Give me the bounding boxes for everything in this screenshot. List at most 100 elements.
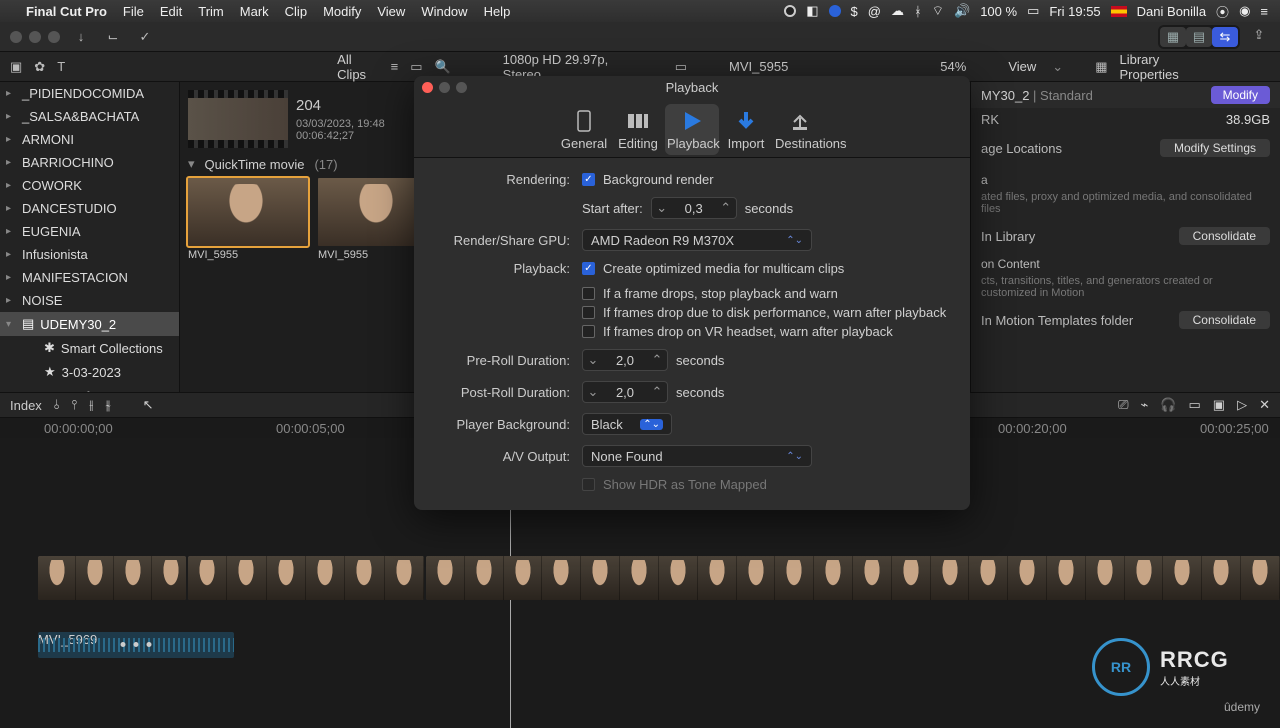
tl-append-icon[interactable]: ⫲ <box>89 397 93 413</box>
tab-general[interactable]: General <box>557 104 611 155</box>
sidebar-item[interactable]: ▸EUGENIA <box>0 220 179 243</box>
tab-destinations[interactable]: Destinations <box>773 104 827 155</box>
grid-icon[interactable]: ▦ <box>1095 59 1107 75</box>
sidebar-item[interactable]: ▸Infusionista <box>0 243 179 266</box>
menu-mark[interactable]: Mark <box>240 4 269 19</box>
prefs-titlebar[interactable]: Playback <box>414 76 970 98</box>
bg-render-checkbox[interactable] <box>582 173 595 186</box>
window-controls[interactable] <box>10 31 60 43</box>
status-battery-icon[interactable]: ▭ <box>1027 3 1039 19</box>
status-at-icon[interactable]: @ <box>868 4 881 19</box>
tl-insert-icon[interactable]: ⫯ <box>71 397 77 413</box>
min-icon[interactable] <box>439 82 450 93</box>
status-user[interactable]: Dani Bonilla <box>1137 4 1206 19</box>
seg-inspector-icon[interactable]: ⇆ <box>1212 27 1238 47</box>
status-record-icon[interactable] <box>784 5 796 17</box>
pb3-checkbox[interactable] <box>582 306 595 319</box>
consolidate-button-2[interactable]: Consolidate <box>1179 311 1270 329</box>
clip-appearance-icon[interactable]: ▭ <box>410 59 422 75</box>
sidebar-item[interactable]: ▸ARMONI <box>0 128 179 151</box>
status-menu-icon[interactable]: ≡ <box>1260 4 1268 19</box>
photos-icon[interactable]: ✿ <box>34 59 45 75</box>
tl-overwrite-icon[interactable]: ⫳ <box>105 397 110 413</box>
tl-audio-icon[interactable]: ⎚ <box>1118 397 1128 413</box>
sidebar-item-active[interactable]: ▾▤ UDEMY30_2 <box>0 312 179 336</box>
tl-arrow-tool-icon[interactable]: ↖ <box>143 397 154 413</box>
status-icon[interactable]: ◧ <box>806 3 818 19</box>
tab-import[interactable]: Import <box>719 104 773 155</box>
check-icon[interactable]: ✓ <box>134 27 156 47</box>
sidebar-item[interactable]: ▸_PIDIENDOCOMIDA <box>0 82 179 105</box>
tab-editing[interactable]: Editing <box>611 104 665 155</box>
status-bt-icon[interactable]: ᚼ <box>914 4 922 19</box>
seg-list-icon[interactable]: ▤ <box>1186 27 1212 47</box>
tl-connect-icon[interactable]: ⫰ <box>54 397 60 413</box>
tl-skim-icon[interactable]: ▭ <box>1189 397 1201 413</box>
pb4-checkbox[interactable] <box>582 325 595 338</box>
event-thumbnail[interactable] <box>188 90 288 148</box>
status-spotlight-icon[interactable]: ⦿ <box>1216 2 1229 21</box>
sidebar-keyword[interactable]: ⌕ 30fps <box>0 384 179 392</box>
sidebar-item[interactable]: ▸COWORK <box>0 174 179 197</box>
sidebar-event[interactable]: ★ 3-03-2023 <box>0 360 179 384</box>
status-wifi-icon[interactable]: ⌔ <box>932 3 944 19</box>
index-button[interactable]: Index <box>10 398 42 413</box>
status-dollar-icon[interactable]: $ <box>851 4 858 19</box>
seg-grid-icon[interactable]: ▦ <box>1160 27 1186 47</box>
timeline-clip[interactable]: MVI_5969 <box>188 556 424 600</box>
zoom-level[interactable]: 54% <box>940 59 966 74</box>
tl-snap-icon[interactable]: ⌁ <box>1140 397 1148 413</box>
pb2-checkbox[interactable] <box>582 287 595 300</box>
tab-playback[interactable]: Playback <box>665 104 719 155</box>
modify-button[interactable]: Modify <box>1211 86 1270 104</box>
menu-modify[interactable]: Modify <box>323 4 361 19</box>
close-icon[interactable] <box>422 82 433 93</box>
consolidate-button[interactable]: Consolidate <box>1179 227 1270 245</box>
view-menu[interactable]: View <box>1008 59 1036 74</box>
keyword-icon[interactable]: ⌙ <box>102 27 124 47</box>
sidebar-item[interactable]: ▸NOISE <box>0 289 179 312</box>
preroll-stepper[interactable]: ⌄2,0⌃ <box>582 349 668 371</box>
max-icon[interactable] <box>456 82 467 93</box>
status-cloud-icon[interactable]: ☁︎ <box>891 3 904 19</box>
tl-close-icon[interactable]: ✕ <box>1259 397 1270 413</box>
start-after-stepper[interactable]: ⌄0,3⌃ <box>651 197 737 219</box>
status-siri-icon[interactable]: ◉ <box>1239 3 1250 19</box>
clip-thumb[interactable]: MVI_5955 <box>188 178 308 261</box>
menu-file[interactable]: File <box>123 4 144 19</box>
tl-headphones-icon[interactable]: 🎧 <box>1160 397 1176 413</box>
share-icon[interactable]: ⇪ <box>1248 25 1270 45</box>
chevron-down-icon[interactable]: ⌄ <box>1052 59 1063 75</box>
gpu-select[interactable]: AMD Radeon R9 M370X⌃⌄ <box>582 229 812 251</box>
sidebar-item[interactable]: ▸BARRIOCHINO <box>0 151 179 174</box>
timeline-clip[interactable]: MVI_5969 <box>38 556 186 600</box>
import-icon[interactable]: ↓ <box>70 27 92 47</box>
status-battery[interactable]: 100 % <box>980 4 1017 19</box>
menu-window[interactable]: Window <box>421 4 467 19</box>
tl-view-icon[interactable]: ▣ <box>1213 397 1225 413</box>
av-select[interactable]: None Found⌃⌄ <box>582 445 812 467</box>
sidebar-smart-collections[interactable]: ✱ Smart Collections <box>0 336 179 360</box>
menu-clip[interactable]: Clip <box>285 4 307 19</box>
status-flag-icon[interactable] <box>1111 6 1127 17</box>
titles-icon[interactable]: T <box>57 59 65 74</box>
status-dot-icon[interactable] <box>829 5 841 17</box>
sidebar-item[interactable]: ▸_SALSA&BACHATA <box>0 105 179 128</box>
filter-menu-icon[interactable]: ≡ <box>391 59 399 74</box>
filter-allclips[interactable]: All Clips <box>337 52 378 82</box>
status-clock[interactable]: Fri 19:55 <box>1049 4 1100 19</box>
menu-help[interactable]: Help <box>484 4 511 19</box>
search-icon[interactable]: 🔍 <box>434 59 450 75</box>
postroll-stepper[interactable]: ⌄2,0⌃ <box>582 381 668 403</box>
menu-edit[interactable]: Edit <box>160 4 182 19</box>
tl-next-icon[interactable]: ▷ <box>1237 397 1247 413</box>
app-name[interactable]: Final Cut Pro <box>26 4 107 19</box>
playerbg-select[interactable]: Black⌃⌄ <box>582 413 672 435</box>
status-volume-icon[interactable]: 🔊 <box>954 3 970 19</box>
menu-trim[interactable]: Trim <box>198 4 224 19</box>
menu-view[interactable]: View <box>377 4 405 19</box>
sidebar-item[interactable]: ▸DANCESTUDIO <box>0 197 179 220</box>
sidebar-item[interactable]: ▸MANIFESTACION <box>0 266 179 289</box>
timeline-clip[interactable]: MVI_5969 <box>426 556 1280 600</box>
library-icon[interactable]: ▣ <box>10 59 22 75</box>
